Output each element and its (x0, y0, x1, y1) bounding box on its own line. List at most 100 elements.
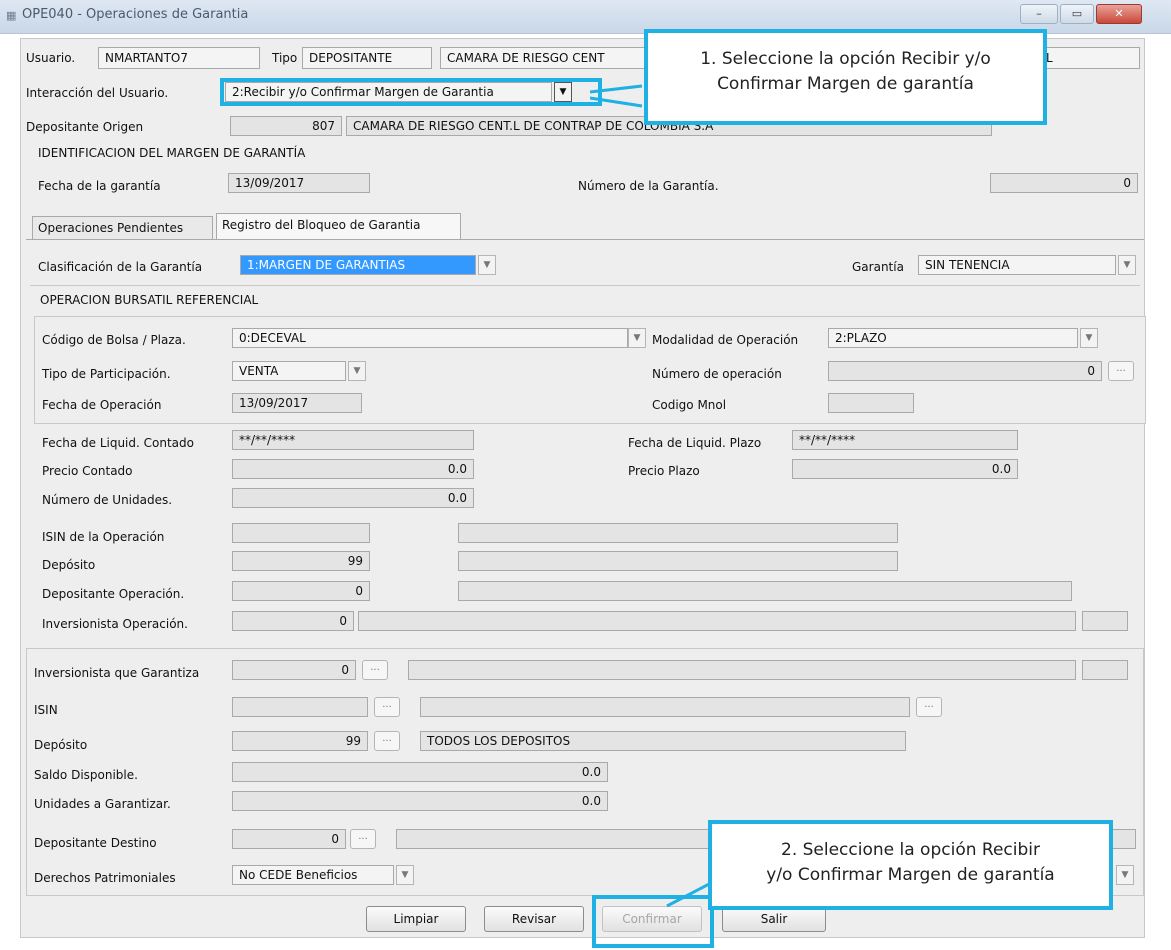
deposito-garantiza-label: Depósito (34, 738, 88, 752)
deposito-garantiza-name-field: TODOS LOS DEPOSITOS (420, 731, 906, 751)
tab-registro-bloqueo[interactable]: Registro del Bloqueo de Garantia (216, 213, 461, 240)
fecha-liq-contado-field: **/**/**** (232, 430, 474, 450)
derechos-patrimoniales-dropdown[interactable]: No CEDE Beneficios (232, 865, 394, 885)
precio-contado-field: 0.0 (232, 459, 474, 479)
interaccion-label: Interacción del Usuario. (26, 86, 169, 100)
revisar-button[interactable]: Revisar (484, 906, 584, 932)
inversionista-garantiza-field: 0 (232, 660, 356, 680)
deposito-garantiza-lookup-button[interactable]: ... (374, 731, 400, 751)
clasificacion-dropdown-arrow-icon[interactable]: ▼ (478, 255, 496, 275)
codigo-bolsa-dropdown[interactable]: 0:DECEVAL (232, 328, 628, 348)
callout-step-1-line1: 1. Seleccione la opción Recibir y/o (700, 49, 991, 69)
fecha-liq-plazo-field: **/**/**** (792, 430, 1018, 450)
minimize-button[interactable]: – (1020, 4, 1058, 24)
fecha-garantia-field: 13/09/2017 (228, 173, 370, 193)
garantia-label: Garantía (852, 260, 904, 274)
interaccion-dropdown[interactable]: 2:Recibir y/o Confirmar Margen de Garant… (225, 82, 552, 102)
depositante-origen-label: Depositante Origen (26, 120, 144, 134)
clasificacion-label: Clasificación de la Garantía (38, 260, 203, 274)
depositante-origen-code: 807 (230, 116, 342, 136)
saldo-disponible-label: Saldo Disponible. (34, 768, 138, 782)
unidades-garantizar-label: Unidades a Garantizar. (34, 797, 171, 811)
codigo-bolsa-dropdown-arrow-icon[interactable]: ▼ (628, 328, 646, 348)
usuario-label: Usuario. (26, 51, 76, 65)
app-icon: ▦ (6, 9, 17, 22)
right-dropdown-arrow-icon[interactable]: ▼ (1116, 865, 1134, 885)
maximize-button[interactable]: ▭ (1060, 4, 1094, 24)
isin-operacion-label: ISIN de la Operación (42, 530, 165, 544)
callout-step-2-line1: 2. Seleccione la opción Recibir (781, 840, 1040, 860)
deposito-operacion-field: 99 (232, 551, 370, 571)
isin-operacion-code-field (232, 523, 370, 543)
identificacion-title: IDENTIFICACION DEL MARGEN DE GARANTÍA (38, 146, 306, 160)
numero-garantia-field: 0 (990, 173, 1138, 193)
depositante-operacion-field: 0 (232, 581, 370, 601)
garantia-dropdown-arrow-icon[interactable]: ▼ (1118, 255, 1136, 275)
modalidad-dropdown-arrow-icon[interactable]: ▼ (1080, 328, 1098, 348)
deposito-garantiza-field: 99 (232, 731, 368, 751)
modalidad-dropdown[interactable]: 2:PLAZO (828, 328, 1078, 348)
precio-contado-label: Precio Contado (42, 464, 133, 478)
depositante-operacion-name-field (458, 581, 1072, 601)
codigo-mnol-label: Codigo Mnol (652, 398, 727, 412)
saldo-disponible-field: 0.0 (232, 762, 608, 782)
deposito-operacion-label: Depósito (42, 558, 96, 572)
inversionista-operacion-name-field (358, 611, 1076, 631)
precio-plazo-label: Precio Plazo (628, 464, 700, 478)
window-title: OPE040 - Operaciones de Garantia (22, 7, 249, 22)
limpiar-button[interactable]: Limpiar (366, 906, 466, 932)
codigo-bolsa-label: Código de Bolsa / Plaza. (42, 333, 186, 347)
tipo-participacion-dropdown-arrow-icon[interactable]: ▼ (348, 361, 366, 381)
garantia-dropdown[interactable]: SIN TENENCIA (918, 255, 1116, 275)
tipo-participacion-label: Tipo de Participación. (42, 367, 171, 381)
fecha-garantia-label: Fecha de la garantía (38, 179, 161, 193)
depositante-destino-field[interactable]: 0 (232, 829, 346, 849)
isin-garantiza-name-field (420, 697, 910, 717)
fecha-liq-plazo-label: Fecha de Liquid. Plazo (628, 436, 762, 450)
isin-garantiza-lookup-button[interactable]: ... (374, 697, 400, 717)
fecha-liq-contado-label: Fecha de Liquid. Contado (42, 436, 194, 450)
numero-unidades-field: 0.0 (232, 488, 474, 508)
numero-unidades-label: Número de Unidades. (42, 493, 173, 507)
callout-1-connector (590, 84, 643, 108)
tab-underline (26, 239, 1144, 240)
depositante-operacion-label: Depositante Operación. (42, 587, 185, 601)
numero-garantia-label: Número de la Garantía. (578, 179, 719, 193)
isin-garantiza-code-field (232, 697, 368, 717)
numero-operacion-field: 0 (828, 361, 1102, 381)
fecha-operacion-field: 13/09/2017 (232, 393, 362, 413)
inversionista-garantiza-lookup-button[interactable]: ... (362, 660, 388, 680)
derechos-dropdown-arrow-icon[interactable]: ▼ (396, 865, 414, 885)
separator (30, 285, 1140, 286)
interaccion-dropdown-arrow-icon[interactable]: ▼ (554, 82, 572, 102)
callout-step-1-line2: Confirmar Margen de garantía (717, 74, 974, 94)
codigo-mnol-field (828, 393, 914, 413)
unidades-garantizar-field[interactable]: 0.0 (232, 791, 608, 811)
tipo-label: Tipo (272, 51, 298, 65)
confirmar-button[interactable]: Confirmar (602, 906, 702, 932)
tab-operaciones-pendientes[interactable]: Operaciones Pendientes (32, 216, 213, 240)
tipo-participacion-dropdown[interactable]: VENTA (232, 361, 346, 381)
isin-garantiza-extra-lookup-button[interactable]: ... (916, 697, 942, 717)
inversionista-garantiza-label: Inversionista que Garantiza (34, 666, 200, 680)
isin-operacion-name-field (458, 523, 898, 543)
depositante-destino-label: Depositante Destino (34, 836, 157, 850)
inversionista-operacion-label: Inversionista Operación. (42, 617, 188, 631)
close-button[interactable]: ✕ (1096, 4, 1142, 24)
clasificacion-dropdown[interactable]: 1:MARGEN DE GARANTIAS (240, 255, 476, 275)
inversionista-garantiza-extra-field (1082, 660, 1128, 680)
derechos-patrimoniales-label: Derechos Patrimoniales (34, 871, 176, 885)
isin-garantiza-label: ISIN (34, 703, 58, 717)
inversionista-operacion-extra-field (1082, 611, 1128, 631)
inversionista-garantiza-name-field (408, 660, 1076, 680)
callout-step-1: 1. Seleccione la opción Recibir y/o Conf… (644, 29, 1047, 125)
inversionista-operacion-field: 0 (232, 611, 354, 631)
deposito-operacion-name-field (458, 551, 898, 571)
numero-operacion-lookup-button[interactable]: ... (1108, 361, 1134, 381)
op-bursatil-title: OPERACION BURSATIL REFERENCIAL (40, 293, 259, 307)
numero-operacion-label: Número de operación (652, 367, 782, 381)
precio-plazo-field: 0.0 (792, 459, 1018, 479)
callout-step-2: 2. Seleccione la opción Recibir y/o Conf… (708, 820, 1113, 910)
depositante-destino-lookup-button[interactable]: ... (350, 829, 376, 849)
entidad-tail-text: L (1046, 51, 1053, 65)
